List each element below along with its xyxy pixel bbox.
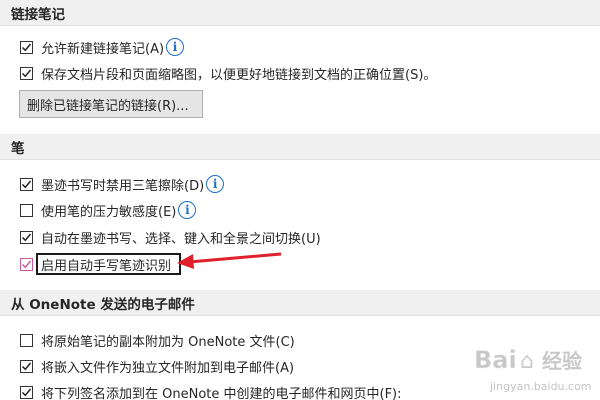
- remove-linked-notes-button[interactable]: 删除已链接笔记的链接(R)...: [19, 90, 203, 118]
- pen-pressure-label: 使用笔的压力敏感度(E): [41, 204, 177, 220]
- attach-embedded-files-checkbox[interactable]: [20, 359, 33, 373]
- disable-three-stroke-erase-option[interactable]: 墨迹书写时禁用三笔擦除(D) i: [20, 174, 225, 194]
- svg-text:⌂: ⌂: [520, 349, 534, 374]
- pen-section-header: 笔: [0, 134, 600, 160]
- save-doc-snippets-option[interactable]: 保存文档片段和页面缩略图，以便更好地链接到文档的正确位置(S)。: [20, 63, 436, 83]
- links-section-title: 链接笔记: [11, 6, 65, 23]
- auto-switch-ink-label: 自动在墨迹书写、选择、键入和全景之间切换(U): [41, 231, 321, 247]
- attach-embedded-files-option[interactable]: 将嵌入文件作为独立文件附加到电子邮件(A): [20, 356, 294, 376]
- add-signature-option[interactable]: 将下列签名添加到在 OneNote 中创建的电子邮件和网页中(F):: [20, 382, 402, 400]
- save-doc-snippets-checkbox[interactable]: [20, 66, 33, 80]
- pen-pressure-checkbox[interactable]: [20, 203, 33, 217]
- email-section-header: 从 OneNote 发送的电子邮件: [0, 290, 600, 316]
- handwriting-recognition-checkbox[interactable]: [20, 257, 33, 271]
- allow-new-linked-notes-option[interactable]: 允许新建链接笔记(A) i: [20, 37, 185, 57]
- red-arrow-icon: [177, 252, 282, 269]
- svg-text:Bai: Bai: [474, 346, 517, 374]
- attach-onenote-copy-label: 将原始笔记的副本附加为 OneNote 文件(C): [41, 334, 295, 350]
- email-section-title: 从 OneNote 发送的电子邮件: [11, 296, 195, 313]
- save-doc-snippets-label: 保存文档片段和页面缩略图，以便更好地链接到文档的正确位置(S)。: [41, 67, 437, 83]
- disable-three-stroke-erase-checkbox[interactable]: [20, 177, 33, 191]
- allow-new-linked-notes-label: 允许新建链接笔记(A): [41, 41, 165, 57]
- add-signature-checkbox[interactable]: [20, 385, 33, 399]
- baidu-watermark: Bai ⌂ 经验 jingyan.baidu.com: [470, 338, 595, 398]
- attach-onenote-copy-checkbox[interactable]: [20, 333, 33, 347]
- pen-section-title: 笔: [11, 140, 25, 157]
- add-signature-label: 将下列签名添加到在 OneNote 中创建的电子邮件和网页中(F):: [41, 386, 402, 400]
- allow-new-linked-notes-checkbox[interactable]: [20, 40, 33, 54]
- disable-three-stroke-erase-label: 墨迹书写时禁用三笔擦除(D): [41, 178, 205, 194]
- info-icon[interactable]: i: [206, 175, 225, 193]
- attach-embedded-files-label: 将嵌入文件作为独立文件附加到电子邮件(A): [41, 360, 295, 376]
- svg-text:jingyan.baidu.com: jingyan.baidu.com: [489, 380, 592, 393]
- auto-switch-ink-checkbox[interactable]: [20, 230, 33, 244]
- svg-text:经验: 经验: [542, 349, 582, 373]
- info-icon[interactable]: i: [166, 38, 185, 56]
- highlight-annotation-box: [36, 253, 181, 275]
- attach-onenote-copy-option[interactable]: 将原始笔记的副本附加为 OneNote 文件(C): [20, 330, 295, 350]
- links-section-header: 链接笔记: [0, 0, 600, 26]
- auto-switch-ink-option[interactable]: 自动在墨迹书写、选择、键入和全景之间切换(U): [20, 227, 321, 247]
- pen-pressure-option[interactable]: 使用笔的压力敏感度(E) i: [20, 200, 197, 220]
- info-icon[interactable]: i: [178, 201, 197, 219]
